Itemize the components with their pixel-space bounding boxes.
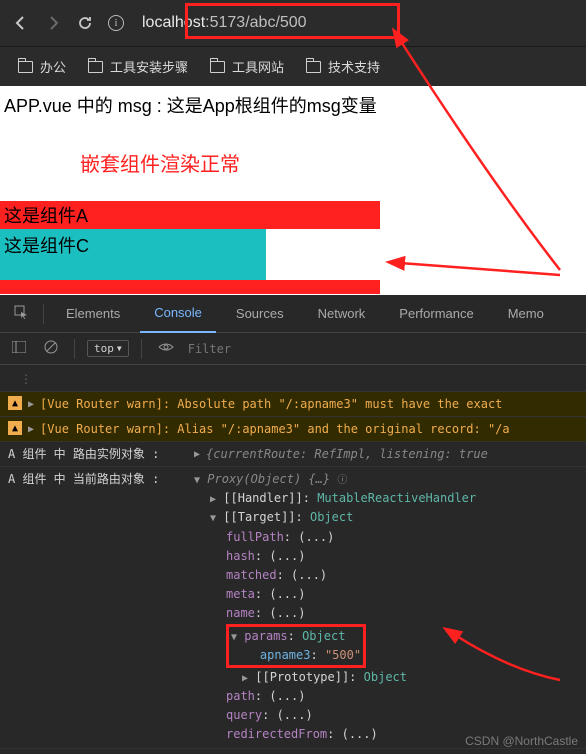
tab-memory[interactable]: Memo	[494, 295, 558, 333]
watermark: CSDN @NorthCastle	[465, 734, 578, 748]
component-a-strip	[0, 280, 380, 294]
bookmark-folder[interactable]: 工具网站	[210, 57, 284, 76]
tab-sources[interactable]: Sources	[222, 295, 298, 333]
component-a: 这是组件A	[0, 201, 380, 229]
tab-network[interactable]: Network	[304, 295, 380, 333]
folder-icon	[88, 61, 103, 73]
folder-icon	[18, 61, 33, 73]
expand-icon[interactable]: ▶	[28, 397, 34, 412]
bookmark-folder[interactable]: 技术支持	[306, 57, 380, 76]
console-log[interactable]: A 组件 中 路由实例对象 : ▶ {currentRoute: RefImpl…	[0, 442, 586, 467]
browser-nav-bar: i localhost:5173/abc/500	[0, 0, 586, 46]
url-path: :5173/abc/500	[205, 14, 306, 31]
bookmark-folder[interactable]: 工具安装步骤	[88, 57, 188, 76]
annotation-params-box: ▼ params: Object apname3: "500"	[226, 624, 366, 668]
console-row: ⋮	[0, 367, 586, 392]
object-tree: ▼ Proxy(Object) {…} ⓘ ▶ [[Handler]]: Mut…	[194, 470, 578, 745]
console-warning[interactable]: ▲ ▶ [Vue Router warn]: Absolute path "/:…	[0, 392, 586, 417]
folder-icon	[210, 61, 225, 73]
url-host: localhost	[142, 14, 205, 31]
sidebar-toggle-icon[interactable]	[8, 341, 30, 356]
clear-console-icon[interactable]	[40, 340, 62, 357]
url-bar[interactable]: localhost:5173/abc/500	[134, 10, 315, 36]
site-info-icon[interactable]: i	[108, 15, 124, 31]
bookmark-folder[interactable]: 办公	[18, 57, 66, 76]
tab-elements[interactable]: Elements	[52, 295, 134, 333]
reload-icon[interactable]	[76, 14, 94, 32]
nested-label: 嵌套组件渲染正常	[0, 124, 586, 201]
expand-icon[interactable]: ▶	[28, 422, 34, 437]
warn-icon: ▲	[8, 396, 22, 410]
folder-icon	[306, 61, 321, 73]
expand-icon[interactable]: ▶	[194, 447, 200, 462]
tab-console[interactable]: Console	[140, 295, 216, 333]
bookmarks-bar: 办公 工具安装步骤 工具网站 技术支持	[0, 46, 586, 86]
tab-performance[interactable]: Performance	[385, 295, 487, 333]
devtools-panel: Elements Console Sources Network Perform…	[0, 295, 586, 754]
filter-input[interactable]	[188, 342, 268, 356]
inspect-icon[interactable]	[8, 305, 35, 323]
page-content: APP.vue 中的 msg : 这是App根组件的msg变量 嵌套组件渲染正常…	[0, 86, 586, 295]
warn-icon: ▲	[8, 421, 22, 435]
forward-icon[interactable]	[44, 14, 62, 32]
console-filter-bar: top▼	[0, 333, 586, 365]
devtools-tabs: Elements Console Sources Network Perform…	[0, 295, 586, 333]
context-selector[interactable]: top▼	[87, 340, 129, 357]
back-icon[interactable]	[12, 14, 30, 32]
console-log[interactable]: A 组件 中 当前路由对象 : ▼ Proxy(Object) {…} ⓘ ▶ …	[0, 467, 586, 749]
component-c: 这是组件C	[0, 229, 266, 280]
app-msg: APP.vue 中的 msg : 这是App根组件的msg变量	[0, 86, 586, 124]
console-warning[interactable]: ▲ ▶ [Vue Router warn]: Alias "/:apname3"…	[0, 417, 586, 442]
eye-icon[interactable]	[154, 341, 178, 356]
console-body: ⋮ ▲ ▶ [Vue Router warn]: Absolute path "…	[0, 365, 586, 751]
